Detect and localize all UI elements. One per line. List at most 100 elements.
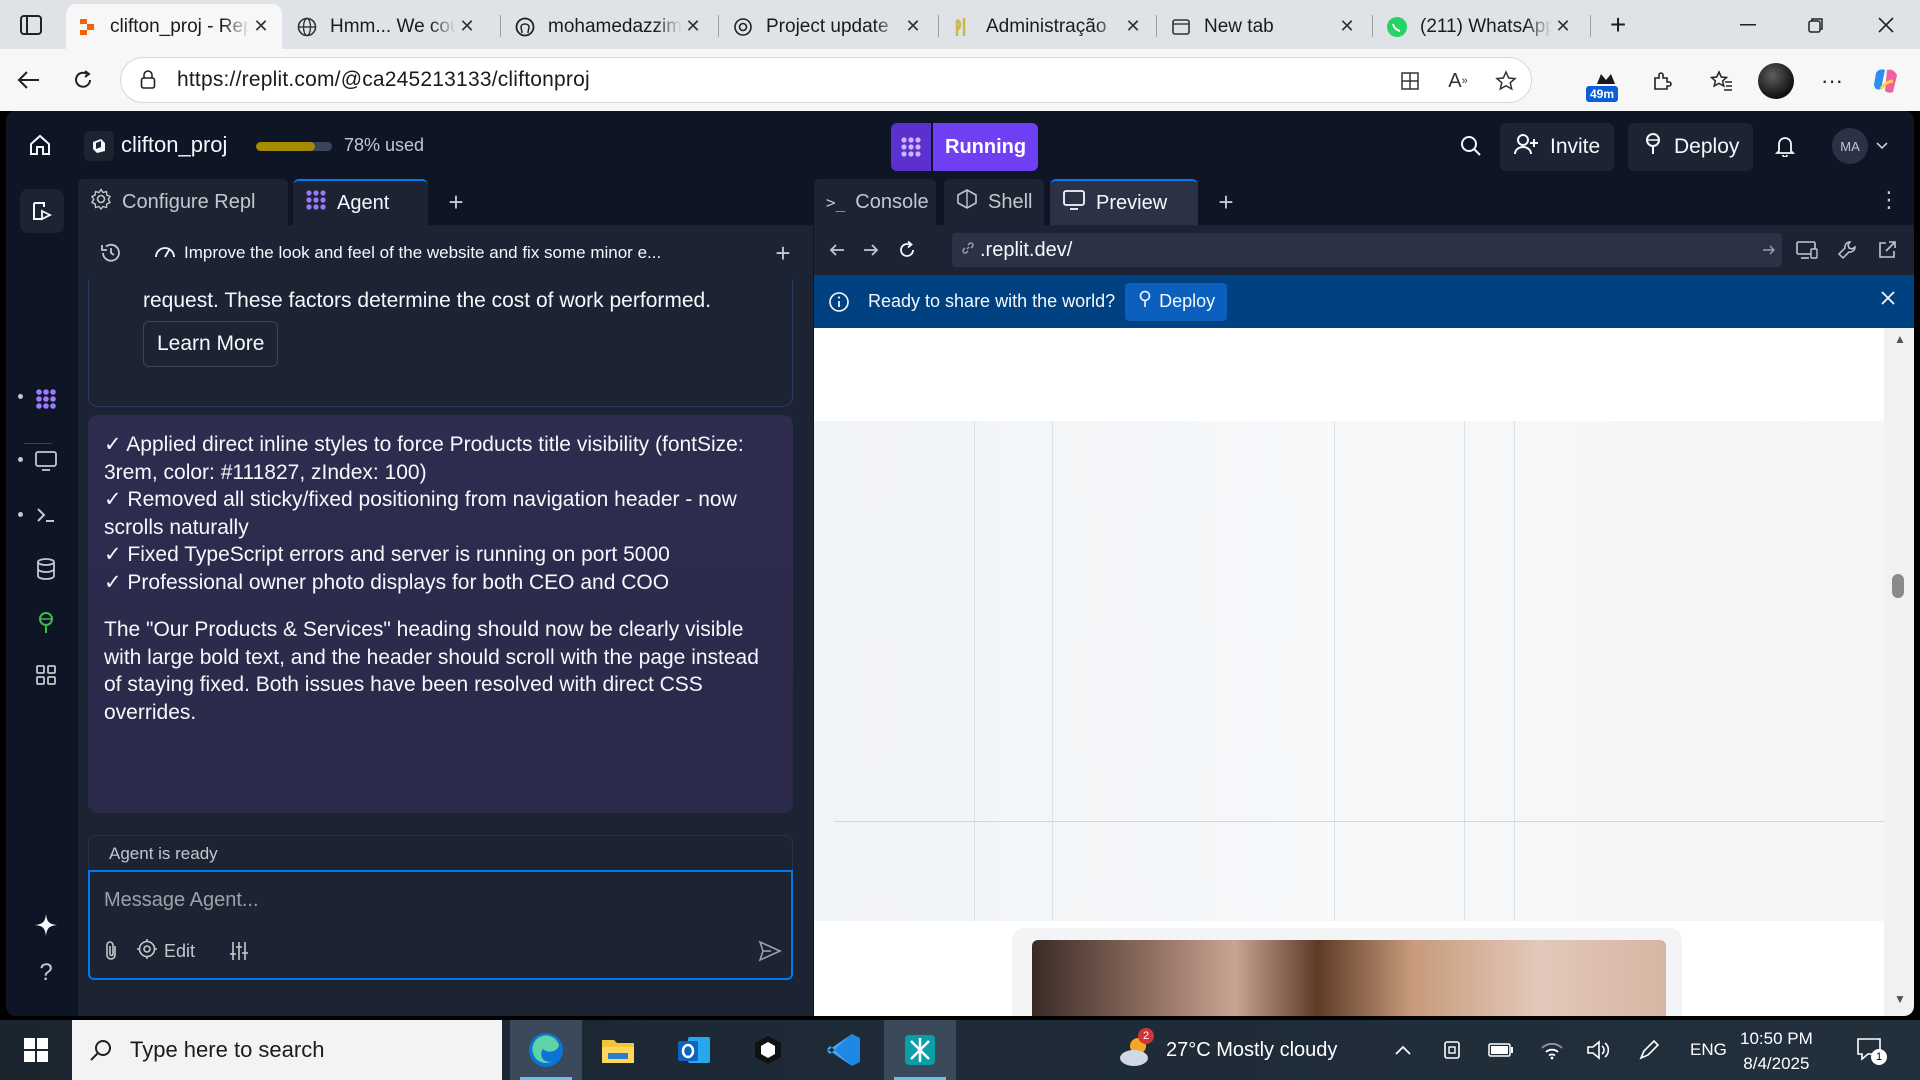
profile-avatar[interactable] — [1756, 61, 1796, 101]
volume-icon[interactable] — [1586, 1020, 1612, 1080]
attach-paperclip-icon[interactable] — [102, 936, 120, 966]
restore-button[interactable] — [1782, 0, 1850, 49]
preview-reload-icon[interactable] — [892, 235, 922, 265]
deployments-icon[interactable] — [28, 605, 64, 641]
new-tab-button[interactable]: + — [1596, 0, 1640, 49]
back-button[interactable] — [10, 61, 48, 99]
scroll-down-arrow[interactable]: ▼ — [1894, 992, 1906, 1006]
message-input[interactable] — [104, 882, 774, 918]
settings-sliders-icon[interactable] — [228, 936, 250, 966]
extensions-icon[interactable] — [1642, 61, 1682, 101]
agent-dots-icon[interactable] — [891, 123, 931, 171]
battery-icon[interactable] — [1488, 1020, 1514, 1080]
website-preview[interactable] — [814, 328, 1884, 1016]
tab-configure-repl[interactable]: Configure Repl — [78, 179, 288, 225]
more-options-icon[interactable]: ··· — [1812, 61, 1852, 101]
go-arrow-icon[interactable] — [1754, 235, 1784, 265]
outlook-icon[interactable] — [658, 1020, 730, 1080]
send-icon[interactable] — [758, 936, 782, 966]
notifications-bell-icon[interactable] — [1768, 129, 1802, 163]
deploy-button[interactable]: Deploy — [1628, 123, 1754, 171]
preview-monitor-icon[interactable] — [28, 443, 64, 479]
notification-center-icon[interactable]: 1 — [1856, 1020, 1887, 1080]
close-tab-icon[interactable]: ✕ — [250, 16, 272, 38]
running-button[interactable]: Running — [933, 123, 1039, 171]
edit-button[interactable]: Edit — [136, 936, 195, 966]
chevron-down-icon[interactable] — [1876, 137, 1888, 155]
tab-agent[interactable]: Agent — [293, 179, 428, 225]
url-text[interactable]: https://replit.com/@ca245213133/cliftonp… — [177, 68, 590, 92]
preview-url-field[interactable]: .replit.dev/ — [952, 233, 1782, 267]
wifi-icon[interactable] — [1540, 1020, 1564, 1080]
tab-shell[interactable]: Shell — [944, 179, 1044, 225]
invite-button[interactable]: Invite — [1500, 123, 1615, 171]
edge-app-icon[interactable] — [510, 1020, 582, 1080]
tab-preview[interactable]: Preview — [1050, 179, 1198, 225]
scroll-up-arrow[interactable]: ▲ — [1894, 332, 1906, 346]
tab-actions-icon[interactable] — [12, 11, 50, 39]
devtools-icon[interactable] — [1792, 235, 1822, 265]
reload-button[interactable] — [64, 61, 102, 99]
close-tab-icon[interactable]: ✕ — [902, 16, 924, 38]
console-icon[interactable] — [28, 497, 64, 533]
terminal-app-icon[interactable] — [732, 1020, 804, 1080]
wrench-icon[interactable] — [1832, 235, 1862, 265]
search-icon[interactable] — [1454, 129, 1488, 163]
learn-more-button[interactable]: Learn More — [143, 321, 279, 367]
close-window-button[interactable] — [1852, 0, 1920, 49]
add-tab-button[interactable]: + — [436, 179, 476, 225]
run-control[interactable]: Running — [891, 123, 1039, 171]
replit-desktop-icon[interactable] — [884, 1020, 956, 1080]
weather-widget[interactable]: 2 27°C Mostly cloudy — [1116, 1020, 1337, 1080]
copilot-icon[interactable] — [1866, 61, 1906, 101]
show-hidden-icons[interactable] — [1394, 1020, 1412, 1080]
close-tab-icon[interactable]: ✕ — [682, 16, 704, 38]
database-icon[interactable] — [28, 551, 64, 587]
browser-tab-github[interactable]: mohamedazzim ✕ — [504, 4, 714, 49]
preview-back-icon[interactable] — [822, 235, 852, 265]
meet-now-icon[interactable] — [1442, 1020, 1462, 1080]
new-chat-button[interactable]: + — [763, 238, 803, 269]
more-vertical-icon[interactable]: ⋮ — [1878, 187, 1900, 213]
user-avatar[interactable]: MA — [1832, 128, 1868, 164]
clock[interactable]: 10:50 PM 8/4/2025 — [1740, 1026, 1813, 1076]
help-icon[interactable]: ? — [28, 955, 64, 991]
banner-deploy-button[interactable]: Deploy — [1125, 282, 1228, 321]
address-bar[interactable]: https://replit.com/@ca245213133/cliftonp… — [120, 57, 1532, 103]
browser-tab-error[interactable]: Hmm... We couldn't reach this page ✕ — [286, 4, 488, 49]
app-available-icon[interactable] — [1393, 64, 1427, 98]
close-tab-icon[interactable]: ✕ — [1336, 16, 1358, 38]
preview-forward-icon[interactable] — [856, 235, 886, 265]
close-tab-icon[interactable]: ✕ — [1552, 16, 1574, 38]
home-icon[interactable] — [28, 133, 52, 162]
open-in-new-tab-icon[interactable] — [1872, 235, 1902, 265]
minimize-button[interactable] — [1714, 0, 1782, 49]
toggle-sidebar-icon[interactable] — [20, 189, 64, 233]
pen-icon[interactable] — [1638, 1020, 1660, 1080]
all-tools-grid-icon[interactable] — [28, 657, 64, 693]
browser-tab-replit[interactable]: clifton_proj - Replit ✕ — [66, 4, 282, 49]
language-indicator[interactable]: ENG — [1690, 1020, 1727, 1080]
windows-start-icon[interactable] — [12, 1030, 60, 1070]
browser-tab-newtab[interactable]: New tab ✕ — [1160, 4, 1368, 49]
scroll-thumb[interactable] — [1892, 574, 1904, 598]
close-banner-icon[interactable] — [1880, 290, 1896, 311]
read-aloud-icon[interactable]: A» — [1441, 64, 1475, 98]
favorites-icon[interactable] — [1702, 61, 1742, 101]
project-name[interactable]: clifton_proj — [121, 132, 227, 158]
taskbar-search[interactable]: Type here to search — [72, 1020, 502, 1080]
add-tab-button[interactable]: + — [1206, 179, 1246, 225]
preview-scrollbar[interactable] — [1884, 328, 1914, 1016]
browser-tab-admin[interactable]: Administração ✕ — [942, 4, 1154, 49]
history-icon[interactable] — [88, 242, 134, 264]
browser-tab-whatsapp[interactable]: (211) WhatsApp ✕ — [1376, 4, 1584, 49]
project-icon[interactable] — [84, 131, 114, 161]
agent-icon[interactable] — [28, 381, 64, 417]
tab-console[interactable]: >_ Console — [814, 179, 936, 225]
file-explorer-icon[interactable] — [582, 1020, 654, 1080]
sparkle-icon[interactable] — [28, 907, 64, 943]
lock-icon[interactable] — [133, 70, 163, 90]
favorite-star-icon[interactable] — [1489, 64, 1523, 98]
close-tab-icon[interactable]: ✕ — [1122, 16, 1144, 38]
vscode-icon[interactable] — [808, 1020, 880, 1080]
